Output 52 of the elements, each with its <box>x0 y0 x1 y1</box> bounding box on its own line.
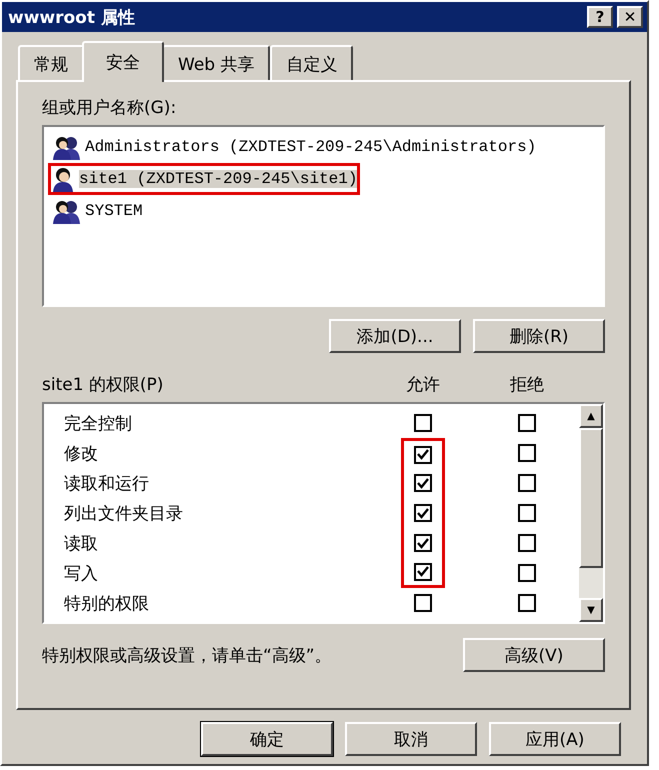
user-row[interactable]: SYSTEM <box>48 195 599 227</box>
permissions-label: site1 的权限(P) <box>42 374 164 396</box>
dialog-button[interactable]: 确定 <box>201 722 333 756</box>
checkbox[interactable] <box>518 504 536 522</box>
scroll-down-button[interactable]: ▼ <box>579 598 603 622</box>
checkbox[interactable] <box>414 534 432 552</box>
user-name: SYSTEM <box>85 202 143 220</box>
user-name: Administrators (ZXDTEST-209-245\Administrators) <box>85 138 536 156</box>
permission-name: 修改 <box>63 442 99 464</box>
list-button[interactable]: 添加(D)... <box>329 319 461 353</box>
close-button[interactable]: ✕ <box>617 6 643 28</box>
checkbox[interactable] <box>518 564 536 582</box>
user-group-icon <box>51 198 81 224</box>
column-header: 允许 <box>405 374 441 396</box>
checkbox[interactable] <box>518 444 536 462</box>
help-button[interactable]: ? <box>587 6 613 28</box>
checkbox[interactable] <box>414 414 432 432</box>
permission-name: 完全控制 <box>63 412 133 434</box>
scroll-thumb[interactable] <box>579 428 603 568</box>
checkbox[interactable] <box>414 474 432 492</box>
user-icon <box>51 166 75 192</box>
tab[interactable]: 自定义 <box>270 45 354 80</box>
dialog-button[interactable]: 应用(A) <box>489 722 621 756</box>
checkbox[interactable] <box>414 562 432 580</box>
advanced-hint: 特别权限或高级设置，请单击“高级”。 <box>42 644 332 666</box>
tab[interactable]: 安全 <box>82 41 164 82</box>
user-name: site1 (ZXDTEST-209-245\site1) <box>79 170 358 188</box>
column-header: 拒绝 <box>509 374 545 396</box>
tab[interactable]: 常规 <box>18 45 84 80</box>
checkbox[interactable] <box>414 594 432 612</box>
window-title: wwwroot 属性 <box>8 6 136 28</box>
permission-name: 读取和运行 <box>63 472 150 494</box>
checkbox[interactable] <box>518 534 536 552</box>
highlight-frame[interactable]: site1 (ZXDTEST-209-245\site1) <box>48 163 360 195</box>
permission-name: 写入 <box>63 562 99 584</box>
advanced-button[interactable]: 高级(V) <box>463 638 605 672</box>
checkbox[interactable] <box>518 414 536 432</box>
checkbox[interactable] <box>414 504 432 522</box>
checkbox[interactable] <box>414 446 432 464</box>
permission-name: 读取 <box>63 532 99 554</box>
user-group-icon <box>51 134 81 160</box>
user-row[interactable]: Administrators (ZXDTEST-209-245\Administrators) <box>48 131 599 163</box>
permission-name: 列出文件夹目录 <box>63 502 184 524</box>
scrollbar[interactable]: ▲ ▼ <box>579 404 603 622</box>
list-button[interactable]: 删除(R) <box>473 319 605 353</box>
dialog-button[interactable]: 取消 <box>345 722 477 756</box>
permission-name: 特别的权限 <box>63 592 150 614</box>
scroll-up-button[interactable]: ▲ <box>579 404 603 428</box>
checkbox[interactable] <box>518 474 536 492</box>
checkbox[interactable] <box>518 594 536 612</box>
users-label: 组或用户名称(G): <box>42 97 178 119</box>
tab[interactable]: Web 共享 <box>162 45 270 80</box>
